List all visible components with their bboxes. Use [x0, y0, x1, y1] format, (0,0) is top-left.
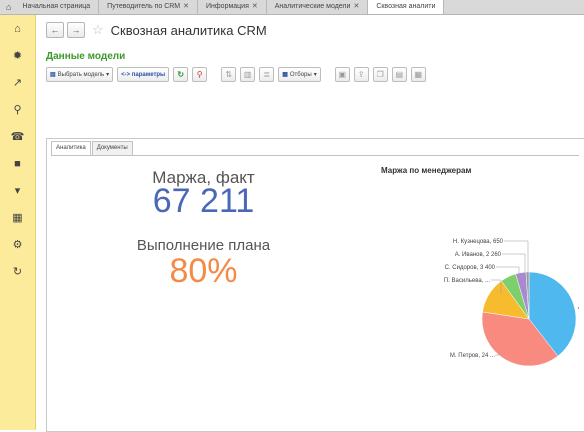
refresh-button[interactable]: ↻	[173, 67, 189, 82]
tab-documents[interactable]: Документы	[91, 141, 133, 155]
forward-button[interactable]: →	[67, 22, 85, 38]
section-title: Данные модели	[46, 51, 126, 62]
close-icon[interactable]: ✕	[353, 0, 359, 14]
grid-icon: ▦	[414, 70, 422, 79]
grid-icon[interactable]: ▦	[0, 204, 35, 231]
parameters-label: <-> параметры	[121, 71, 166, 78]
tab-label: Начальная страница	[22, 3, 91, 10]
home-icon[interactable]: ⌂	[0, 2, 14, 12]
pie-label: Н. Кузнецова, 650	[453, 239, 504, 245]
page-title: Сквозная аналитика CRM	[110, 22, 267, 38]
select-model-label: Выбрать модель	[57, 71, 105, 78]
pie-chart: А. Попова, ... М. Петров, 24 ... П. Василь…	[444, 239, 579, 367]
print-icon: ▣	[338, 70, 346, 79]
filters-label: Отборы	[289, 71, 312, 78]
cart-icon[interactable]: ▾	[0, 177, 35, 204]
model-icon: ▤	[50, 72, 56, 78]
chevron-down-icon: ▾	[313, 72, 317, 78]
back-button[interactable]: ←	[46, 22, 64, 38]
org-icon[interactable]: ⚲	[0, 96, 35, 123]
tab-label: Аналитические модели	[274, 3, 351, 10]
main-area: ← → ☆ Сквозная аналитика CRM Данные моде…	[36, 15, 584, 432]
tab-crm-guide[interactable]: Путеводитель по CRM ✕	[99, 0, 199, 14]
tab-label: Путеводитель по CRM	[107, 3, 181, 10]
tab-analytic-models[interactable]: Аналитические модели ✕	[267, 0, 369, 14]
table-button[interactable]: ▤	[391, 67, 407, 82]
search-icon: ⚲	[196, 70, 203, 79]
print-button[interactable]: ▣	[334, 67, 350, 82]
phone-icon[interactable]: ☎	[0, 123, 35, 150]
close-icon[interactable]: ✕	[183, 0, 189, 14]
export-button[interactable]: ⇪	[353, 67, 369, 82]
table-icon: ▤	[395, 70, 403, 79]
leader-line	[504, 240, 529, 273]
filters-button[interactable]: ▦ Отборы ▾	[278, 67, 321, 82]
filter-icon: ≣	[263, 70, 271, 79]
grid-button[interactable]: ▦	[410, 67, 426, 82]
sort-icon: ⇅	[225, 70, 233, 79]
chart-title: Маржа по менеджерам	[381, 166, 472, 175]
columns-icon: ▥	[243, 70, 252, 79]
tab-information[interactable]: Информация ✕	[198, 0, 267, 14]
tab-label: Информация	[206, 3, 249, 10]
export-icon: ⇪	[357, 70, 365, 79]
margin-value: 67 211	[152, 182, 255, 220]
parameters-button[interactable]: <-> параметры	[117, 67, 170, 82]
chevron-down-icon: ▾	[106, 72, 110, 78]
tab-bar: ⌂ Начальная страница Путеводитель по CRM…	[0, 0, 584, 15]
plan-value: 80%	[169, 252, 238, 290]
tab-analytics[interactable]: Аналитика	[51, 141, 91, 155]
refresh-icon: ↻	[177, 70, 185, 79]
title-bar: ← → ☆ Сквозная аналитика CRM	[46, 22, 267, 38]
tab-home[interactable]: Начальная страница	[14, 0, 100, 14]
columns-button[interactable]: ▥	[240, 67, 256, 82]
copy-icon: ❐	[376, 70, 384, 79]
pie-label: П. Васильева, ...	[444, 278, 490, 284]
sort-button[interactable]: ⇅	[221, 67, 237, 82]
bag-icon[interactable]: ■	[0, 150, 35, 177]
sidebar: ⌂ ✹ ↗ ⚲ ☎ ■ ▾ ▦ ⚙ ↻	[0, 15, 36, 430]
chart-icon[interactable]: ↗	[0, 69, 35, 96]
toolbar: ▤ Выбрать модель ▾ <-> параметры ↻ ⚲ ⇅ ▥…	[46, 67, 426, 82]
pie-label: М. Петров, 24 ...	[450, 353, 495, 359]
tab-label: Сквозная аналити	[376, 3, 436, 10]
home-icon[interactable]: ⌂	[0, 15, 35, 42]
pie-label: А. Попова, ...	[578, 305, 579, 311]
filter-clear-button[interactable]: ≣	[259, 67, 275, 82]
close-icon[interactable]: ✕	[252, 0, 258, 14]
search-button[interactable]: ⚲	[192, 67, 208, 82]
star-icon[interactable]: ☆	[92, 22, 104, 38]
settings-icon[interactable]: ⚙	[0, 231, 35, 258]
gear-icon[interactable]: ✹	[0, 42, 35, 69]
refresh-icon[interactable]: ↻	[0, 258, 35, 285]
tab-end-to-end-analytics[interactable]: Сквозная аналити	[368, 0, 445, 14]
pie-label: С. Сидоров, 3 400	[445, 265, 496, 271]
report-panel: Аналитика Документы Маржа, факт 67 211 В…	[46, 138, 584, 432]
filters-icon: ▦	[282, 72, 288, 78]
panel-tabs: Аналитика Документы	[51, 141, 133, 155]
copy-button[interactable]: ❐	[372, 67, 388, 82]
pie-label: А. Иванов, 2 260	[455, 252, 502, 258]
analytics-content: Маржа, факт 67 211 Выполнение плана 80% …	[51, 155, 579, 426]
select-model-button[interactable]: ▤ Выбрать модель ▾	[46, 67, 114, 82]
